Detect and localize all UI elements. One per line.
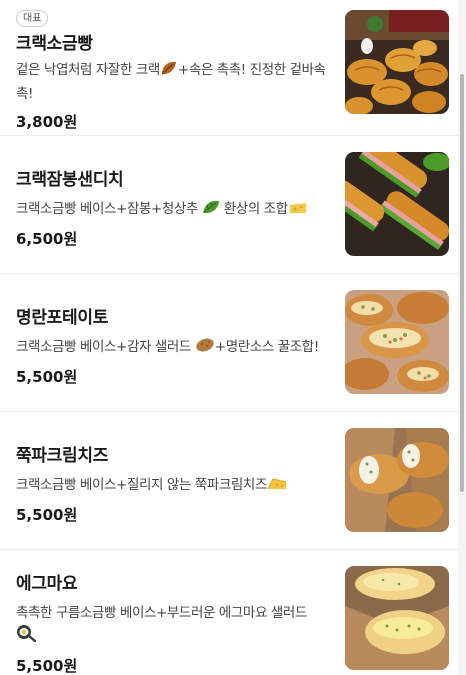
scallion-cream-cheese-photo [345,428,449,532]
lettuce-icon [202,199,220,222]
menu-item-description: 크랙소금빵 베이스+잠봉+청상추 환상의 조합 [16,198,334,222]
leaf-icon [160,60,178,83]
signature-badge: 대표 [16,10,49,27]
menu-item-description: 크랙소금빵 베이스+감자 샐러드 +명란소스 꿀조합! [16,336,334,360]
frying-egg-icon [16,624,37,649]
menu-item-price: 6,500원 [16,230,78,248]
menu-item-name: 크랙소금빵 [16,34,93,54]
menu-item-scallion-cream-cheese[interactable]: 쭉파크림치즈 크랙소금빵 베이스+질리지 않는 쭉파크림치즈 5,500원 [0,412,458,550]
menu-item-mentaiko-potato[interactable]: 명란포테이토 크랙소금빵 베이스+감자 샐러드 +명란소스 꿀조합! 5,500… [0,274,458,412]
menu-item-name: 명란포테이토 [16,308,109,328]
cheese-wedge-icon [267,476,287,498]
mentaiko-potato-photo [345,290,449,394]
egg-mayo-photo [345,566,449,670]
scrollbar[interactable] [458,0,466,675]
menu-item-crack-jambon-sandwich[interactable]: 크랙잠봉샌디치 크랙소금빵 베이스+잠봉+청상추 환상의 조합 6,500원 [0,136,458,274]
cheese-slice-icon [288,200,308,222]
crack-salt-bread-photo [345,10,449,114]
menu-item-price: 5,500원 [16,506,78,524]
menu-item-price: 3,800원 [16,113,78,131]
menu-item-name: 크랙잠봉샌디치 [16,170,124,190]
menu-item-name: 쭉파크림치즈 [16,446,109,466]
menu-item-description: 촉촉한 구름소금빵 베이스+부드러운 에그마요 샐러드 [16,602,334,649]
menu-item-price: 5,500원 [16,368,78,386]
scrollbar-thumb[interactable] [460,74,464,492]
crack-jambon-sandwich-photo [345,152,449,256]
menu-item-price: 5,500원 [16,657,78,675]
menu-item-description: 크랙소금빵 베이스+질리지 않는 쭉파크림치즈 [16,474,334,498]
menu-item-crack-salt-bread[interactable]: 대표 크랙소금빵 겉은 낙엽처럼 자잘한 크랙 +속은 촉촉! 진정한 겉바속촉!… [0,0,458,136]
potato-icon [195,337,215,360]
menu-item-name: 에그마요 [16,574,78,594]
menu-item-egg-mayo[interactable]: 에그마요 촉촉한 구름소금빵 베이스+부드러운 에그마요 샐러드 5,500원 [0,550,458,675]
menu-item-description: 겉은 낙엽처럼 자잘한 크랙 +속은 촉촉! 진정한 겉바속촉! [16,60,326,102]
